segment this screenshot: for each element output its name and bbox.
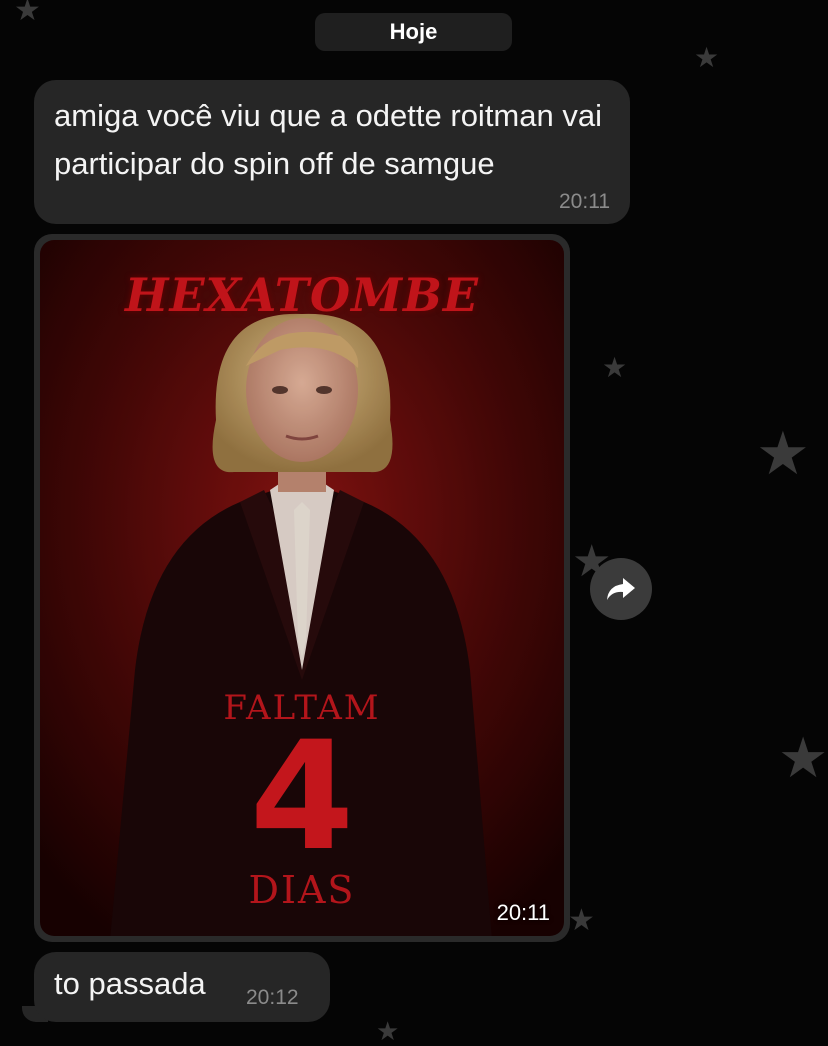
message-timestamp: 20:11: [496, 900, 550, 925]
star-icon: ★: [376, 1016, 400, 1046]
message-timestamp: 20:12: [246, 986, 299, 1009]
poster-countdown-unit: DIAS: [248, 868, 356, 912]
star-icon: ★: [14, 0, 41, 27]
star-icon: ★: [756, 420, 810, 487]
poster-title: HEXATOMBE: [125, 268, 479, 322]
forward-button[interactable]: [590, 558, 652, 620]
image-message[interactable]: HEXATOMBE FALTAM 4 DIAS 20:11: [34, 234, 570, 942]
poster-countdown-number: 4: [249, 710, 355, 884]
poster-image[interactable]: HEXATOMBE FALTAM 4 DIAS 20:11: [40, 240, 564, 936]
star-icon: ★: [694, 42, 720, 73]
star-icon: ★: [602, 352, 628, 383]
message-text: to passada: [54, 966, 206, 1001]
date-separator: Hoje: [315, 13, 512, 51]
message-bubble[interactable]: to passada 20:12: [34, 952, 330, 1022]
star-icon: ★: [778, 726, 828, 789]
forward-arrow-icon: [607, 578, 635, 600]
message-bubble[interactable]: amiga você viu que a odette roitman vai …: [34, 80, 630, 224]
message-text: amiga você viu que a odette roitman vai …: [54, 98, 602, 181]
date-separator-label: Hoje: [389, 19, 438, 44]
star-icon: ★: [568, 904, 595, 937]
message-timestamp: 20:11: [559, 190, 610, 213]
